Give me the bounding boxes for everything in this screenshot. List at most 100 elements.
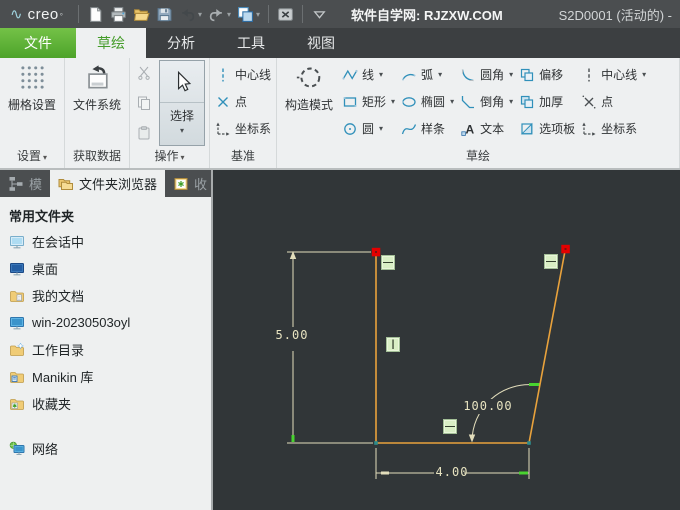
ribbon-button-圆[interactable]: 圆 ▾ <box>339 115 398 142</box>
open-button[interactable] <box>130 4 153 25</box>
print-button[interactable] <box>107 4 130 25</box>
circle-icon <box>342 121 358 137</box>
menu-tab-文件[interactable]: 文件 <box>0 28 76 58</box>
toolbar-options-button[interactable] <box>308 4 331 25</box>
dropdown-arrow-icon[interactable]: ▾ <box>509 70 513 79</box>
ribbon-button-中心线[interactable]: 中心线 <box>212 61 274 88</box>
close-window-button[interactable] <box>274 4 297 25</box>
sketch-canvas[interactable]: 5.00 4.00 100.00 — — | — <box>213 170 680 510</box>
ribbon-button-坐标系[interactable]: 坐标系 <box>212 115 274 142</box>
folder-favorites-icon <box>9 396 25 412</box>
horizontal-constraint[interactable]: — <box>381 255 395 270</box>
folder-item-monitor-computer[interactable]: win-20230503oyl <box>0 309 211 336</box>
save-button[interactable] <box>153 4 176 25</box>
ribbon-button-圆角[interactable]: 圆角 ▾ <box>457 61 516 88</box>
right-slanted-line[interactable] <box>528 250 566 444</box>
undo-button[interactable]: ▾ <box>176 4 205 25</box>
angle-dimension[interactable]: 100.00 <box>456 399 520 414</box>
ribbon-button-偏移[interactable]: 偏移 <box>516 61 578 88</box>
menu-tab-草绘[interactable]: 草绘 <box>76 28 146 58</box>
new-file-button[interactable] <box>84 4 107 25</box>
folder-browser-icon <box>58 176 74 192</box>
ribbon-button-cut[interactable] <box>136 65 152 84</box>
dropdown-arrow-icon[interactable]: ▾ <box>227 10 231 19</box>
folder-documents-icon <box>9 288 25 304</box>
ribbon-button-坐标系[interactable]: 坐标系 <box>578 115 649 142</box>
dropdown-arrow-icon[interactable]: ▾ <box>438 70 442 79</box>
ribbon-button-点[interactable]: 点 <box>212 88 274 115</box>
document-title: S2D0001 (活动的) - <box>558 7 672 23</box>
print-icon <box>110 6 127 23</box>
folder-item-folder-documents[interactable]: 我的文档 <box>0 282 211 309</box>
ribbon-button-加厚[interactable]: 加厚 <box>516 88 578 115</box>
height-dimension[interactable]: 5.00 <box>269 328 315 343</box>
panel-tab-favorites[interactable]: 收 <box>165 170 211 197</box>
folder-item-folder-working[interactable]: 工作目录 <box>0 336 211 363</box>
ribbon-button-文件系统[interactable]: 文件系统 <box>67 59 127 148</box>
folder-item-monitor-desktop[interactable]: 桌面 <box>0 255 211 282</box>
horizontal-constraint[interactable]: — <box>443 419 457 434</box>
vertical-constraint[interactable]: | <box>386 337 400 352</box>
cursor-icon <box>172 71 193 92</box>
ribbon-button-paste[interactable] <box>136 125 152 144</box>
window-switch-button[interactable]: ▾ <box>234 4 263 25</box>
ribbon-button-文本[interactable]: A 文本 <box>457 115 516 142</box>
folder-item-monitor-session[interactable]: 在会话中 <box>0 228 211 255</box>
ribbon-button-样条[interactable]: 样条 <box>398 115 457 142</box>
ribbon-button-线[interactable]: 线 ▾ <box>339 61 398 88</box>
ribbon-button-选择[interactable]: 选择 ▾ <box>159 60 205 146</box>
dropdown-arrow-icon[interactable]: ▾ <box>391 97 395 106</box>
ribbon-group-获取数据: 文件系统 获取数据 <box>65 58 130 168</box>
dropdown-arrow-icon[interactable]: ▾ <box>379 70 383 79</box>
rect-icon <box>342 94 358 110</box>
ribbon-button-弧[interactable]: 弧 ▾ <box>398 61 457 88</box>
redo-icon <box>208 6 225 23</box>
ribbon-group-label-操作[interactable]: 操作 ▾ <box>132 148 207 168</box>
dropdown-arrow-icon[interactable]: ▾ <box>180 124 184 138</box>
dropdown-arrow-icon[interactable]: ▾ <box>509 97 513 106</box>
ribbon-button-中心线[interactable]: 中心线 ▾ <box>578 61 649 88</box>
ribbon-button-label: 文本 <box>480 122 505 136</box>
dropdown-arrow-icon[interactable]: ▾ <box>181 153 185 162</box>
ribbon-button-点[interactable]: 点 <box>578 88 649 115</box>
dimension-arrow <box>468 434 476 443</box>
horizontal-constraint[interactable]: — <box>544 254 558 269</box>
ribbon-button-构造模式[interactable]: 构造模式 <box>279 59 339 148</box>
dropdown-arrow-icon[interactable]: ▾ <box>642 70 646 79</box>
menu-tab-工具[interactable]: 工具 <box>216 28 286 58</box>
ribbon-button-栅格设置[interactable]: 栅格设置 <box>2 59 62 148</box>
panel-tab-model-tree[interactable]: 模 <box>0 170 50 197</box>
folder-item-network[interactable]: 网络 <box>0 435 211 462</box>
ribbon-button-选项板[interactable]: 选项板 <box>516 115 578 142</box>
width-dimension[interactable]: 4.00 <box>429 465 475 480</box>
paste-icon <box>136 125 152 141</box>
ribbon-button-copy[interactable] <box>136 95 152 114</box>
folder-item-label: 我的文档 <box>32 289 85 304</box>
ribbon-button-label: 栅格设置 <box>7 98 56 112</box>
dropdown-arrow-icon[interactable]: ▾ <box>379 124 383 133</box>
ribbon-button-label: 坐标系 <box>235 122 272 136</box>
ribbon-button-label: 构造模式 <box>285 98 334 112</box>
ribbon-button-矩形[interactable]: 矩形 ▾ <box>339 88 398 115</box>
panel-tab-folder-browser[interactable]: 文件夹浏览器 <box>50 170 166 197</box>
folder-library-icon <box>9 369 25 385</box>
folder-item-folder-favorites[interactable]: 收藏夹 <box>0 390 211 417</box>
dropdown-arrow-icon[interactable]: ▾ <box>256 10 260 19</box>
centerline-dark-icon <box>581 67 597 83</box>
menu-tab-分析[interactable]: 分析 <box>146 28 216 58</box>
dropdown-arrow-icon[interactable]: ▾ <box>450 97 454 106</box>
ribbon-group-基准: 中心线点坐标系 基准 <box>210 58 278 168</box>
sketch-vertex[interactable] <box>374 441 378 445</box>
redo-button[interactable]: ▾ <box>205 4 234 25</box>
separator <box>268 5 270 23</box>
open-end-flag-dot <box>375 251 377 253</box>
dropdown-arrow-icon[interactable]: ▾ <box>198 10 202 19</box>
folder-item-folder-library[interactable]: Manikin 库 <box>0 363 211 390</box>
dropdown-arrow-icon[interactable]: ▾ <box>43 153 47 162</box>
ribbon-button-椭圆[interactable]: 椭圆 ▾ <box>398 88 457 115</box>
ribbon-button-倒角[interactable]: 倒角 ▾ <box>457 88 516 115</box>
menu-tab-视图[interactable]: 视图 <box>286 28 356 58</box>
ribbon-group-label-设置[interactable]: 设置 ▾ <box>2 148 62 168</box>
sketch-vertex[interactable] <box>527 441 531 445</box>
ribbon-button-label: 加厚 <box>539 95 564 109</box>
